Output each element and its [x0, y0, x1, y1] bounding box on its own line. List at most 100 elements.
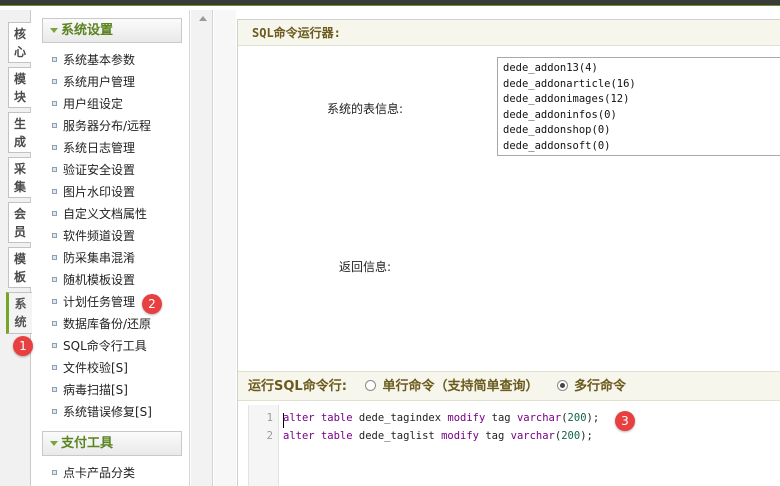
- table-list-item[interactable]: dede_addoninfos(0): [503, 108, 780, 124]
- bullet-icon: [52, 365, 57, 370]
- sql-editor[interactable]: 1 2 alter table dede_tagindex modify tag…: [248, 405, 780, 486]
- menu-item[interactable]: 服务器分布/远程: [52, 116, 151, 136]
- table-list-item[interactable]: dede_addonsoft(0): [503, 139, 780, 155]
- menu-item[interactable]: 防采集串混淆: [52, 248, 135, 268]
- run-mode-bar: 运行SQL命令行: 单行命令（支持简单查询） 多行命令: [238, 371, 780, 401]
- tab-collect[interactable]: 采集: [8, 157, 31, 198]
- page-title: SQL命令运行器:: [238, 20, 780, 46]
- sql-identifier: dede_tagindex: [358, 412, 442, 424]
- return-info-area: [238, 158, 780, 370]
- menu-item[interactable]: 数据库备份/还原: [52, 314, 151, 334]
- menu-item-label: 随机模板设置: [63, 273, 136, 287]
- table-list-item[interactable]: dede_addonshop(0): [503, 123, 780, 139]
- table-list-item[interactable]: dede_addonimages(12): [503, 92, 780, 108]
- bullet-icon: [52, 167, 57, 172]
- line-number: 2: [266, 430, 273, 442]
- sql-keyword: modify: [447, 412, 486, 424]
- sql-keyword: alter: [283, 430, 315, 442]
- menu-item[interactable]: 自定义文档属性: [52, 204, 147, 224]
- menu-scrollbar[interactable]: [191, 10, 213, 486]
- tab-template[interactable]: 模板: [8, 247, 31, 288]
- table-list-box[interactable]: dede_addon13(4) dede_addonarticle(16) de…: [497, 57, 780, 156]
- table-info-label: 系统的表信息:: [327, 102, 404, 116]
- menu-item-label: 防采集串混淆: [63, 251, 136, 265]
- side-tab-strip: 核心 模块 生成 采集 会员 模板 系统: [0, 10, 32, 486]
- sql-keyword: table: [320, 412, 353, 424]
- menu-item-label: 病毒扫描[S]: [63, 383, 128, 397]
- menu-item-label: 文件校验[S]: [63, 361, 128, 375]
- sql-identifier: tag: [491, 412, 511, 424]
- bullet-icon: [52, 145, 57, 150]
- menu-item[interactable]: 系统用户管理: [52, 72, 135, 92]
- sql-number: 200: [567, 412, 587, 424]
- tab-generate[interactable]: 生成: [8, 112, 31, 153]
- menu-item-label: 验证安全设置: [63, 163, 136, 177]
- collapse-triangle-icon: [50, 441, 58, 446]
- menu-item-label: 图片水印设置: [63, 185, 136, 199]
- menu-item[interactable]: 计划任务管理: [52, 292, 135, 312]
- bullet-icon: [52, 277, 57, 282]
- scroll-up-icon[interactable]: [199, 16, 207, 21]
- bullet-icon: [52, 79, 57, 84]
- menu-item[interactable]: 随机模板设置: [52, 270, 135, 290]
- tab-system[interactable]: 系统: [6, 292, 32, 334]
- menu-item[interactable]: 系统日志管理: [52, 138, 135, 158]
- bullet-icon: [52, 343, 57, 348]
- bullet-icon: [52, 189, 57, 194]
- line-number-gutter: 1 2: [249, 405, 279, 486]
- menu-item[interactable]: 图片水印设置: [52, 182, 135, 202]
- menu-item[interactable]: 系统基本参数: [52, 50, 135, 70]
- single-line-label[interactable]: 单行命令（支持简单查询）: [382, 379, 538, 394]
- bullet-icon: [52, 409, 57, 414]
- tab-core[interactable]: 核心: [8, 22, 31, 63]
- menu-item[interactable]: 点卡产品分类: [52, 463, 135, 483]
- multi-line-radio[interactable]: [556, 379, 568, 391]
- menu-item-label: 服务器分布/远程: [63, 119, 152, 133]
- sql-identifier: tag: [485, 430, 505, 442]
- line-number: 1: [266, 412, 273, 424]
- collapse-triangle-icon: [50, 28, 58, 33]
- menu-item-label: SQL命令行工具: [63, 339, 147, 353]
- bullet-icon: [52, 233, 57, 238]
- table-list-item[interactable]: dede_addon13(4): [503, 61, 780, 77]
- sql-keyword: varchar: [516, 412, 562, 424]
- bullet-icon: [52, 211, 57, 216]
- tab-member[interactable]: 会员: [8, 202, 31, 243]
- tab-module[interactable]: 模块: [8, 67, 31, 108]
- bullet-icon: [52, 101, 57, 106]
- group-label: 支付工具: [61, 436, 114, 451]
- multi-line-label[interactable]: 多行命令: [574, 379, 626, 394]
- bullet-icon: [52, 321, 57, 326]
- menu-group-payment-tools[interactable]: 支付工具: [42, 431, 182, 456]
- single-line-radio[interactable]: [365, 379, 377, 391]
- bullet-icon: [52, 299, 57, 304]
- sql-keyword: varchar: [510, 430, 555, 442]
- menu-item[interactable]: 文件校验[S]: [52, 358, 128, 378]
- sql-keyword: table: [320, 430, 353, 442]
- menu-item[interactable]: 病毒扫描[S]: [52, 380, 128, 400]
- menu-item[interactable]: 验证安全设置: [52, 160, 135, 180]
- annotation-badge-3: 3: [615, 411, 635, 431]
- sql-keyword: alter: [283, 412, 315, 424]
- menu-group-system-settings[interactable]: 系统设置: [42, 18, 182, 43]
- menu-item-label: 计划任务管理: [63, 295, 136, 309]
- menu-item-label: 数据库备份/还原: [63, 317, 152, 331]
- menu-item-sql-tool[interactable]: SQL命令行工具: [52, 336, 147, 356]
- top-bar: [0, 0, 780, 6]
- bullet-icon: [52, 387, 57, 392]
- code-line-1[interactable]: alter table dede_tagindex modify tag var…: [283, 412, 599, 424]
- annotation-badge-2: 2: [142, 294, 162, 314]
- table-list-item[interactable]: dede_addonarticle(16): [503, 77, 780, 93]
- sql-runner-panel: SQL命令运行器: 系统的表信息: dede_addon13(4) dede_a…: [237, 19, 780, 486]
- return-info-label: 返回信息:: [339, 260, 392, 274]
- menu-item[interactable]: 用户组设定: [52, 94, 123, 114]
- bullet-icon: [52, 255, 57, 260]
- menu-item-label: 自定义文档属性: [63, 207, 148, 221]
- bullet-icon: [52, 123, 57, 128]
- menu-item[interactable]: 系统错误修复[S]: [52, 402, 152, 422]
- bullet-icon: [52, 57, 57, 62]
- menu-item[interactable]: 软件频道设置: [52, 226, 135, 246]
- side-menu: 系统设置 系统基本参数 系统用户管理 用户组设定 服务器分布/远程 系统日志管理…: [32, 10, 190, 486]
- code-line-2[interactable]: alter table dede_taglist modify tag varc…: [283, 430, 593, 442]
- menu-item-label: 软件频道设置: [63, 229, 136, 243]
